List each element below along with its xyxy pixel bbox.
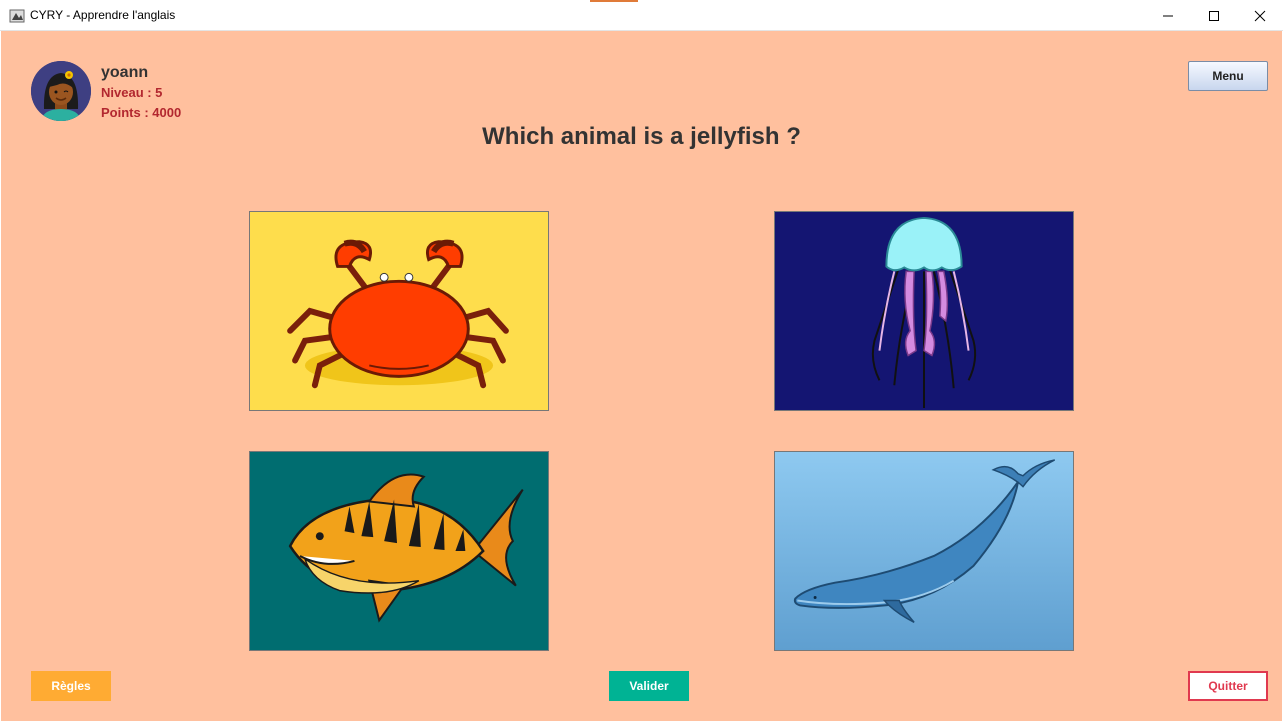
choice-jellyfish[interactable] [774, 211, 1074, 411]
maximize-icon [1209, 10, 1219, 21]
question-text: Which animal is a jellyfish ? [482, 123, 801, 150]
close-button[interactable] [1237, 0, 1283, 31]
window-titlebar: CYRY - Apprendre l'anglais [0, 0, 1283, 31]
user-points: Points : 4000 [101, 105, 182, 120]
app-main: yoann Niveau : 5 Points : 4000 Menu Whic… [1, 31, 1282, 721]
crab-image [287, 239, 509, 389]
menu-button[interactable]: Menu [1188, 61, 1268, 91]
app-icon [9, 9, 25, 23]
rules-button[interactable]: Règles [31, 671, 111, 701]
choice-crab[interactable] [249, 211, 549, 411]
avatar [31, 61, 91, 121]
user-name: yoann [101, 64, 149, 81]
choice-shark[interactable] [249, 451, 549, 651]
validate-button[interactable]: Valider [609, 671, 689, 701]
avatar-icon [31, 61, 91, 121]
shark-image [288, 473, 524, 623]
maximize-button[interactable] [1191, 0, 1237, 31]
whale-image [793, 459, 1056, 623]
jellyfish-image [871, 216, 977, 409]
minimize-button[interactable] [1145, 0, 1191, 31]
titlebar-accent [590, 0, 638, 2]
choice-whale[interactable] [774, 451, 1074, 651]
user-level: Niveau : 5 [101, 85, 163, 100]
quit-button[interactable]: Quitter [1188, 671, 1268, 701]
window-title: CYRY - Apprendre l'anglais [30, 8, 176, 22]
minimize-icon [1163, 15, 1173, 16]
close-icon [1254, 10, 1266, 21]
